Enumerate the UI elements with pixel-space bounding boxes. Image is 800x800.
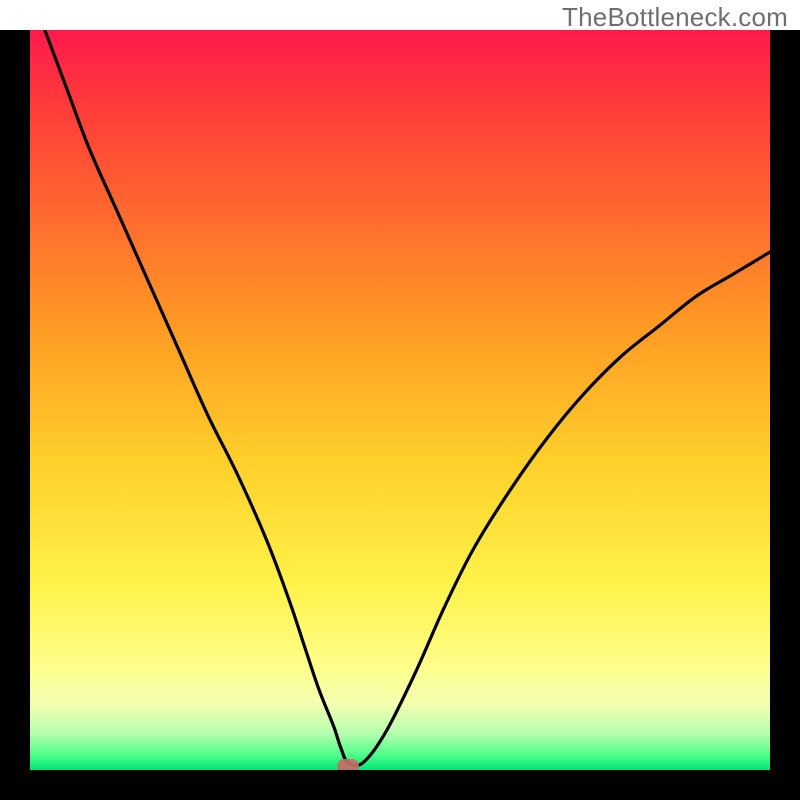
plot-border — [0, 30, 800, 800]
optimal-point-marker — [337, 759, 359, 770]
watermark-text: TheBottleneck.com — [562, 2, 788, 33]
bottleneck-curve — [30, 30, 770, 770]
plot-area — [30, 30, 770, 770]
chart-frame: TheBottleneck.com — [0, 0, 800, 800]
